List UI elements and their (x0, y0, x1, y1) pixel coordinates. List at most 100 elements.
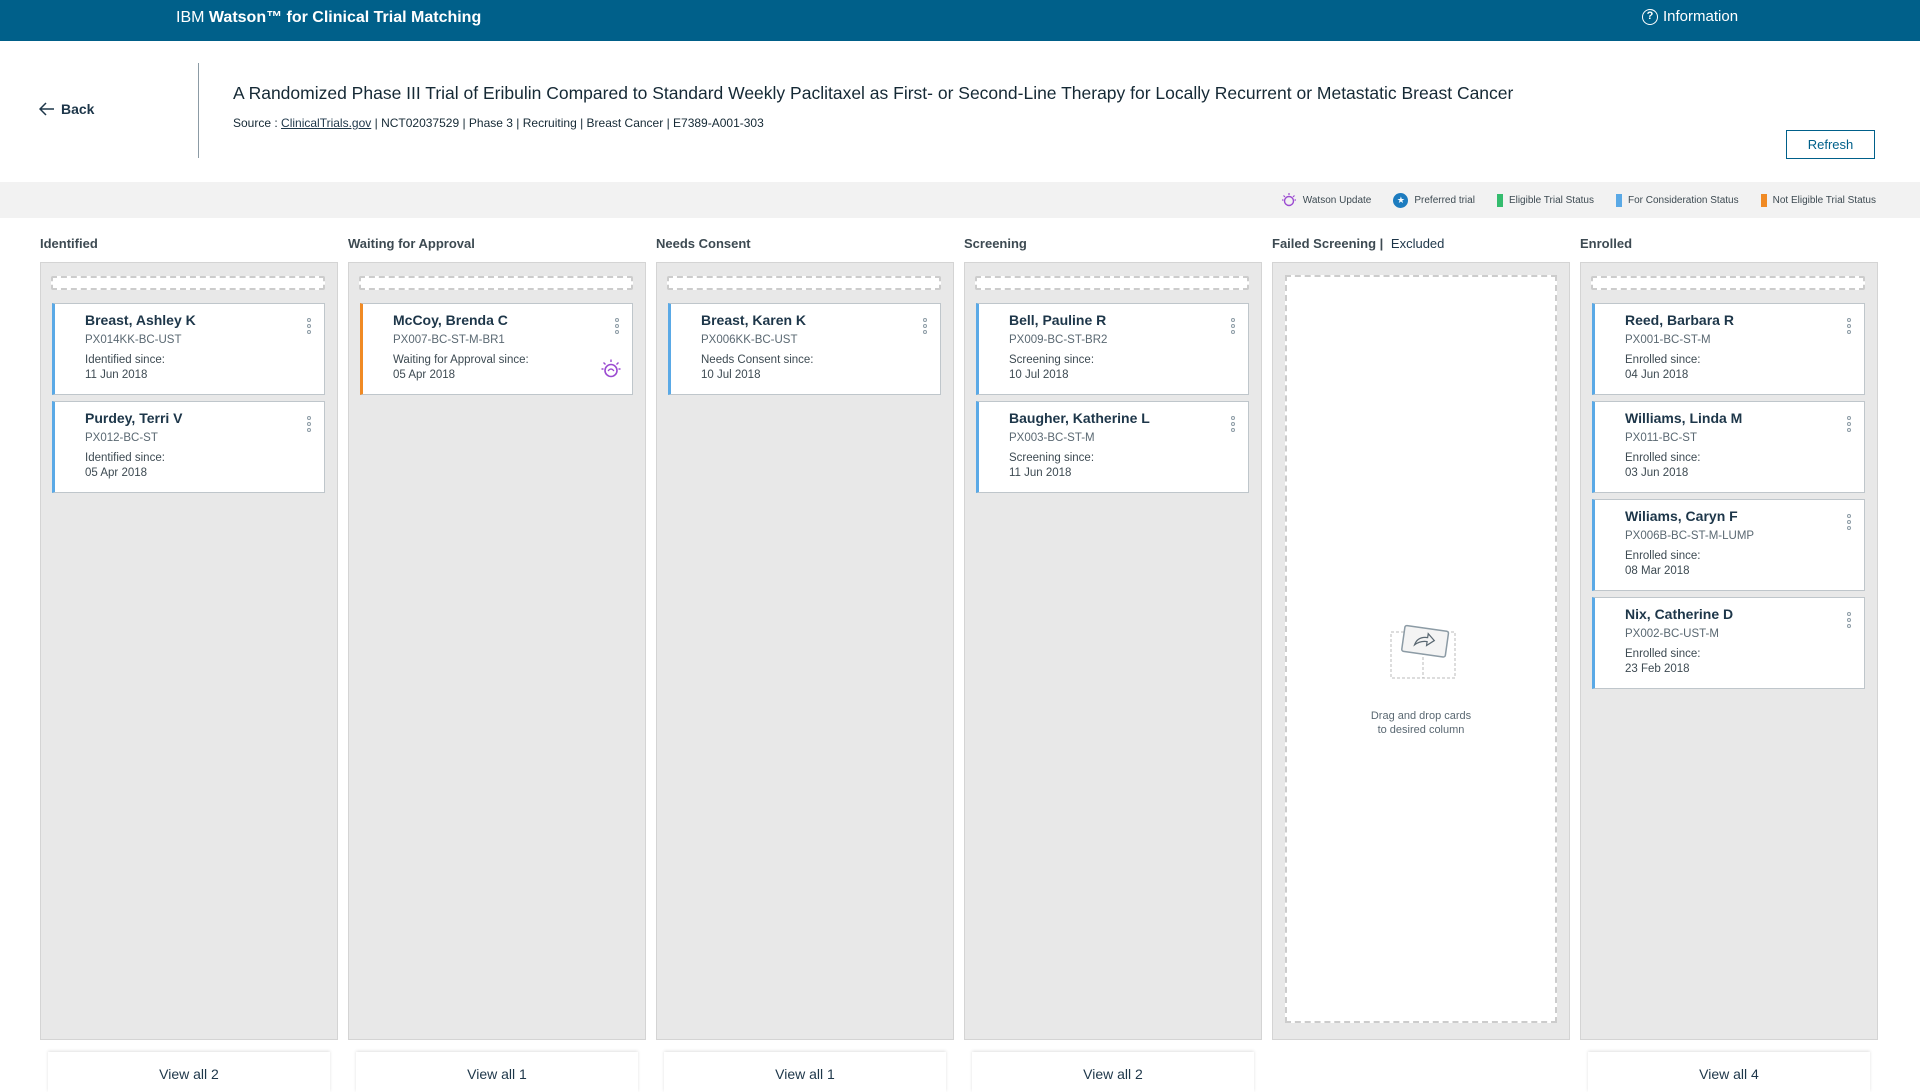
patient-name: Bell, Pauline R (1009, 312, 1107, 328)
legend-preferred: ★ Preferred trial (1393, 192, 1475, 208)
trial-header: Back A Randomized Phase III Trial of Eri… (0, 41, 1920, 182)
legend-eligible-label: Eligible Trial Status (1508, 194, 1594, 206)
status-since-label: Enrolled since: (1625, 354, 1701, 366)
status-since-date: 23 Feb 2018 (1625, 663, 1690, 675)
patient-name: Reed, Barbara R (1625, 312, 1734, 328)
status-since-label: Enrolled since: (1625, 648, 1701, 660)
column-title-failed: Failed Screening | Excluded (1272, 236, 1444, 251)
status-since-date: 11 Jun 2018 (1009, 467, 1072, 479)
patient-id: PX009-BC-ST-BR2 (1009, 334, 1108, 346)
patient-name: Nix, Catherine D (1625, 606, 1734, 622)
consideration-swatch (1615, 193, 1622, 207)
patient-card[interactable]: Bell, Pauline R PX009-BC-ST-BR2 Screenin… (976, 303, 1249, 395)
drop-zone-large[interactable]: Drag and drop cards to desired column (1285, 275, 1557, 1023)
status-since-label: Screening since: (1009, 452, 1095, 464)
patient-id: PX014KK-BC-UST (85, 334, 182, 346)
brand-prefix: IBM (176, 9, 205, 26)
patient-name: Baugher, Katherine L (1009, 410, 1150, 426)
view-all-screening-button[interactable]: View all 2 (972, 1052, 1254, 1092)
patient-id: PX007-BC-ST-M-BR1 (393, 334, 505, 346)
patient-name: McCoy, Brenda C (393, 312, 508, 328)
view-all-waiting-button[interactable]: View all 1 (356, 1052, 638, 1092)
column-title-identified: Identified (40, 236, 98, 251)
patient-card[interactable]: Baugher, Katherine L PX003-BC-ST-M Scree… (976, 401, 1249, 493)
patient-card[interactable]: Breast, Karen K PX006KK-BC-UST Needs Con… (668, 303, 941, 395)
more-options-icon[interactable] (1230, 318, 1236, 336)
patient-id: PX006KK-BC-UST (701, 334, 798, 346)
status-since-date: 11 Jun 2018 (85, 369, 148, 381)
legend-watson-update-label: Watson Update (1302, 194, 1372, 206)
column-title-waiting: Waiting for Approval (348, 236, 475, 251)
patient-card[interactable]: Williams, Linda M PX011-BC-ST Enrolled s… (1592, 401, 1865, 493)
drop-zone[interactable] (359, 276, 633, 290)
column-identified[interactable]: Breast, Ashley K PX014KK-BC-UST Identifi… (40, 262, 338, 1040)
view-all-enrolled-button[interactable]: View all 4 (1588, 1052, 1870, 1092)
more-options-icon[interactable] (1846, 318, 1852, 336)
drop-zone[interactable] (667, 276, 941, 290)
drop-zone[interactable] (975, 276, 1249, 290)
patient-id: PX003-BC-ST-M (1009, 432, 1095, 444)
view-all-consent-button[interactable]: View all 1 (664, 1052, 946, 1092)
column-waiting-for-approval[interactable]: McCoy, Brenda C PX007-BC-ST-M-BR1 Waitin… (348, 262, 646, 1040)
information-label: Information (1663, 8, 1739, 25)
column-needs-consent[interactable]: Breast, Karen K PX006KK-BC-UST Needs Con… (656, 262, 954, 1040)
patient-card[interactable]: Breast, Ashley K PX014KK-BC-UST Identifi… (52, 303, 325, 395)
app-brand: IBM Watson™ for Clinical Trial Matching (176, 9, 481, 27)
status-since-date: 04 Jun 2018 (1625, 369, 1689, 381)
column-title-enrolled: Enrolled (1580, 236, 1633, 251)
legend-consideration: For Consideration Status (1615, 193, 1739, 207)
more-options-icon[interactable] (1846, 514, 1852, 532)
legend-eligible: Eligible Trial Status (1496, 193, 1594, 207)
more-options-icon[interactable] (614, 318, 620, 336)
help-icon: ? (1642, 8, 1658, 25)
patient-card[interactable]: McCoy, Brenda C PX007-BC-ST-M-BR1 Waitin… (360, 303, 633, 395)
back-button[interactable]: Back (39, 101, 94, 117)
legend-not-eligible-label: Not Eligible Trial Status (1772, 194, 1876, 206)
status-since-label: Enrolled since: (1625, 550, 1701, 562)
more-options-icon[interactable] (1230, 416, 1236, 434)
more-options-icon[interactable] (306, 318, 312, 336)
status-since-label: Screening since: (1009, 354, 1095, 366)
source-label: Source : (233, 116, 282, 130)
not-eligible-swatch (1760, 193, 1767, 207)
drop-zone[interactable] (1591, 276, 1865, 290)
column-screening[interactable]: Bell, Pauline R PX009-BC-ST-BR2 Screenin… (964, 262, 1262, 1040)
legend: Watson Update ★ Preferred trial Eligible… (1281, 192, 1876, 208)
patient-id: PX001-BC-ST-M (1625, 334, 1711, 346)
more-options-icon[interactable] (1846, 416, 1852, 434)
status-since-label: Identified since: (85, 354, 165, 366)
source-link[interactable]: ClinicalTrials.gov (281, 116, 371, 130)
column-failed-screening[interactable]: Drag and drop cards to desired column (1272, 262, 1570, 1040)
drag-drop-hint-line2: to desired column (1377, 724, 1465, 736)
more-options-icon[interactable] (1846, 612, 1852, 630)
drop-zone[interactable] (51, 276, 325, 290)
patient-name: Williams, Linda M (1625, 410, 1743, 426)
status-since-label: Waiting for Approval since: (393, 354, 529, 366)
patient-card[interactable]: Purdey, Terri V PX012-BC-ST Identified s… (52, 401, 325, 493)
patient-id: PX006B-BC-ST-M-LUMP (1625, 530, 1755, 542)
patient-name: Breast, Ashley K (85, 312, 196, 328)
more-options-icon[interactable] (922, 318, 928, 336)
status-since-date: 05 Apr 2018 (85, 467, 148, 479)
information-button[interactable]: ? Information (1642, 8, 1738, 25)
patient-card[interactable]: Reed, Barbara R PX001-BC-ST-M Enrolled s… (1592, 303, 1865, 395)
patient-id: PX011-BC-ST (1625, 432, 1698, 444)
patient-id: PX012-BC-ST (85, 432, 158, 444)
status-since-date: 10 Jul 2018 (701, 369, 761, 381)
watson-update-icon (601, 359, 621, 378)
patient-card[interactable]: Wiliams, Caryn F PX006B-BC-ST-M-LUMP Enr… (1592, 499, 1865, 591)
view-all-identified-button[interactable]: View all 2 (48, 1052, 330, 1092)
refresh-button[interactable]: Refresh (1786, 130, 1875, 159)
drag-drop-hint: Drag and drop cards to desired column (1287, 709, 1555, 737)
legend-bar: Watson Update ★ Preferred trial Eligible… (0, 182, 1920, 218)
patient-card[interactable]: Nix, Catherine D PX002-BC-UST-M Enrolled… (1592, 597, 1865, 689)
top-bar: IBM Watson™ for Clinical Trial Matching … (0, 0, 1920, 41)
excluded-toggle[interactable]: Excluded (1391, 236, 1444, 251)
trial-meta: Source : ClinicalTrials.gov | NCT0203752… (233, 116, 764, 130)
status-since-date: 08 Mar 2018 (1625, 565, 1690, 577)
brand-name: Watson™ for Clinical Trial Matching (208, 9, 482, 26)
more-options-icon[interactable] (306, 416, 312, 434)
arrow-left-icon (39, 102, 54, 116)
legend-preferred-label: Preferred trial (1414, 194, 1475, 206)
column-enrolled[interactable]: Reed, Barbara R PX001-BC-ST-M Enrolled s… (1580, 262, 1878, 1040)
